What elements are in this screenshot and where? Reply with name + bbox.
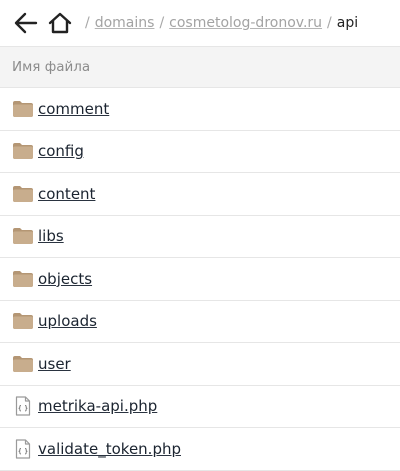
breadcrumb-separator: / <box>159 15 165 31</box>
code-file-icon <box>12 396 34 416</box>
list-item-folder-uploads[interactable]: uploads <box>0 301 400 343</box>
list-item-folder-user[interactable]: user <box>0 343 400 386</box>
folder-icon <box>12 354 34 374</box>
breadcrumb-current: api <box>336 15 359 31</box>
file-name-link[interactable]: uploads <box>38 312 97 330</box>
breadcrumb-item-domains[interactable]: domains <box>95 15 155 31</box>
file-name-link[interactable]: comment <box>38 100 109 118</box>
arrow-left-icon <box>14 12 38 34</box>
list-item-file-metrika-api[interactable]: metrika-api.php <box>0 386 400 428</box>
list-item-folder-libs[interactable]: libs <box>0 216 400 258</box>
breadcrumb: / domains / cosmetolog-dronov.ru / api <box>80 15 358 31</box>
column-header-label: Имя файла <box>12 59 91 75</box>
file-name-link[interactable]: objects <box>38 270 92 288</box>
list-item-folder-content[interactable]: content <box>0 173 400 216</box>
breadcrumb-separator: / <box>327 15 332 31</box>
home-button[interactable] <box>46 9 74 37</box>
breadcrumb-item-cosmetolog-dronov[interactable]: cosmetolog-dronov.ru <box>169 15 322 31</box>
folder-icon <box>12 269 34 289</box>
folder-icon <box>12 184 34 204</box>
file-name-link[interactable]: validate_token.php <box>38 440 181 458</box>
file-name-link[interactable]: user <box>38 355 71 373</box>
home-icon <box>48 12 72 34</box>
list-item-file-validate-token[interactable]: validate_token.php <box>0 428 400 471</box>
breadcrumb-separator: / <box>85 15 90 31</box>
folder-icon <box>12 141 34 161</box>
toolbar: / domains / cosmetolog-dronov.ru / api <box>0 0 400 46</box>
folder-icon <box>12 99 34 119</box>
folder-icon <box>12 311 34 331</box>
file-name-link[interactable]: config <box>38 142 84 160</box>
file-name-link[interactable]: metrika-api.php <box>38 397 157 415</box>
list-item-folder-config[interactable]: config <box>0 131 400 173</box>
folder-icon <box>12 226 34 246</box>
file-list: comment config content libs objects uplo… <box>0 88 400 471</box>
file-name-link[interactable]: content <box>38 185 95 203</box>
column-header-filename[interactable]: Имя файла <box>0 46 400 88</box>
file-name-link[interactable]: libs <box>38 227 64 245</box>
list-item-folder-comment[interactable]: comment <box>0 88 400 131</box>
back-button[interactable] <box>12 9 40 37</box>
code-file-icon <box>12 439 34 459</box>
list-item-folder-objects[interactable]: objects <box>0 258 400 301</box>
